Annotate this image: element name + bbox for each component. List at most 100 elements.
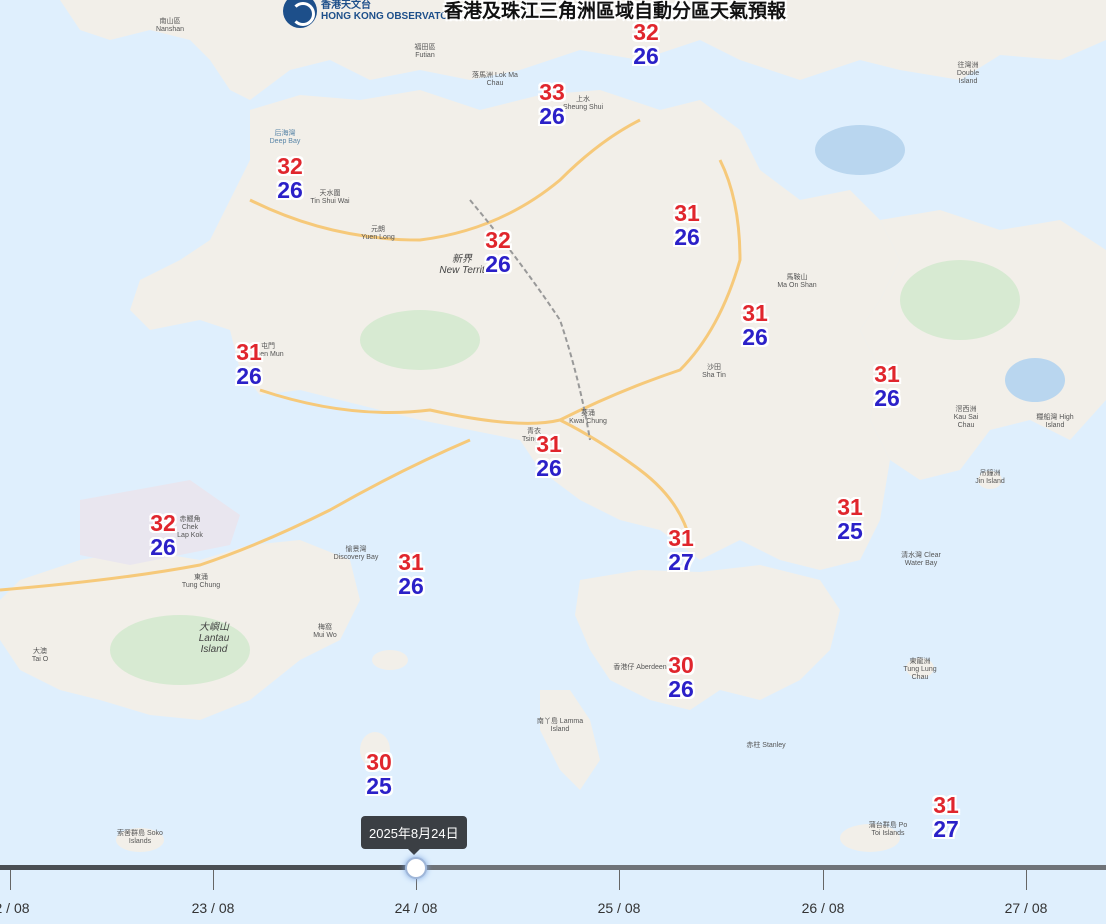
- temp-marker[interactable]: 32 26: [150, 511, 176, 559]
- sai-kung-country-park: [900, 260, 1020, 340]
- place-label: 馬鞍山 Ma On Shan: [777, 274, 817, 289]
- temp-low: 26: [674, 224, 700, 250]
- place-label: 大嶼山 Lantau Island: [198, 622, 230, 655]
- place-label: 赤柱 Stanley: [746, 742, 786, 749]
- timeline-tick: [619, 870, 620, 890]
- temp-low: 26: [668, 676, 694, 702]
- place-label: 東龍洲 Tung Lung Chau: [903, 658, 937, 681]
- timeline-date-label[interactable]: 27 / 08: [1005, 900, 1048, 916]
- timeline-tick: [213, 870, 214, 890]
- logo-line1: 香港天文台: [321, 0, 371, 11]
- timeline-date-label[interactable]: 24 / 08: [395, 900, 438, 916]
- temp-low: 26: [539, 103, 565, 129]
- temp-marker[interactable]: 31 26: [236, 340, 262, 388]
- temp-high: 31: [742, 300, 768, 326]
- place-label: 赤鱲角 Chek Lap Kok: [177, 516, 203, 539]
- temp-marker[interactable]: 33 26: [539, 80, 565, 128]
- temp-low: 27: [933, 816, 959, 842]
- date-tooltip: 2025年8月24日: [361, 816, 467, 855]
- high-island-reservoir: [1005, 358, 1065, 402]
- timeline-date-label[interactable]: 23 / 08: [192, 900, 235, 916]
- place-label: 上水 Sheung Shui: [562, 96, 604, 111]
- temp-marker[interactable]: 31 26: [674, 201, 700, 249]
- place-label: 天水圍 Tin Shui Wai: [310, 190, 350, 205]
- temp-low: 26: [536, 455, 562, 481]
- temp-high: 32: [485, 227, 511, 253]
- timeline-tick: [10, 870, 11, 890]
- hko-logo: 香港天文台 HONG KONG OBSERVATORY: [283, 0, 462, 28]
- temp-marker[interactable]: 31 26: [536, 432, 562, 480]
- place-label: 蒲台群島 Po Toi Islands: [868, 822, 908, 837]
- place-label: 新界 New Territ: [439, 254, 485, 276]
- temp-low: 26: [277, 177, 303, 203]
- place-label: 福田區 Futian: [414, 44, 436, 59]
- temp-high: 31: [536, 431, 562, 457]
- temp-marker[interactable]: 31 26: [398, 550, 424, 598]
- peng-chau-island: [372, 650, 408, 670]
- place-label: 香港仔 Aberdeen: [613, 664, 667, 671]
- temp-high: 31: [837, 494, 863, 520]
- place-label: 南山區 Nanshan: [155, 18, 185, 33]
- temp-high: 30: [668, 652, 694, 678]
- temp-high: 31: [674, 200, 700, 226]
- temp-marker[interactable]: 31 27: [668, 526, 694, 574]
- place-label: 吊鐘洲 Jin Island: [975, 470, 1005, 485]
- temp-marker[interactable]: 31 26: [874, 362, 900, 410]
- temp-low: 25: [837, 518, 863, 544]
- temp-marker[interactable]: 31 26: [742, 301, 768, 349]
- temp-high: 30: [366, 749, 392, 775]
- place-label: 后海灣 Deep Bay: [269, 130, 301, 145]
- temp-marker[interactable]: 31 27: [933, 793, 959, 841]
- place-label: 落馬洲 Lok Ma Chau: [472, 72, 518, 87]
- temp-marker[interactable]: 30 26: [668, 653, 694, 701]
- temp-high: 31: [236, 339, 262, 365]
- place-label: 往灣洲 Double Island: [956, 62, 980, 85]
- temp-low: 26: [236, 363, 262, 389]
- temp-high: 31: [668, 525, 694, 551]
- place-label: 沙田 Sha Tin: [702, 364, 726, 379]
- place-label: 大澳 Tai O: [31, 648, 49, 663]
- page-title: 香港及珠江三角洲區域自動分區天氣預報: [444, 1, 787, 22]
- place-label: 滘西洲 Kau Sai Chau: [953, 406, 979, 429]
- temp-high: 32: [277, 153, 303, 179]
- timeline-date-label[interactable]: 2 / 08: [0, 900, 30, 916]
- temp-low: 26: [485, 251, 511, 277]
- temp-low: 26: [150, 534, 176, 560]
- place-label: 東涌 Tung Chung: [181, 574, 221, 589]
- place-label: 南丫島 Lamma Island: [536, 718, 584, 733]
- date-timeline[interactable]: 2 / 08 23 / 08 24 / 08 25 / 08 26 / 08 2…: [0, 857, 1106, 924]
- place-label: 葵涌 Kwai Chung: [569, 410, 607, 425]
- place-label: 梅窩 Mui Wo: [313, 624, 337, 639]
- timeline-tick: [823, 870, 824, 890]
- temp-low: 25: [366, 773, 392, 799]
- temp-marker[interactable]: 30 25: [366, 750, 392, 798]
- timeline-progress: [0, 865, 416, 870]
- place-label: 愉景灣 Discovery Bay: [333, 546, 379, 561]
- temp-marker[interactable]: 32 26: [277, 154, 303, 202]
- temp-high: 33: [539, 79, 565, 105]
- timeline-date-label[interactable]: 26 / 08: [802, 900, 845, 916]
- temp-marker[interactable]: 31 25: [837, 495, 863, 543]
- temp-low: 27: [668, 549, 694, 575]
- temp-low: 26: [398, 573, 424, 599]
- logo-line2: HONG KONG OBSERVATORY: [321, 11, 462, 22]
- temp-marker[interactable]: 32 26: [633, 20, 659, 68]
- place-label: 清水灣 Clear Water Bay: [901, 552, 941, 567]
- temp-high: 31: [933, 792, 959, 818]
- place-label: 糧船灣 High Island: [1036, 414, 1074, 429]
- timeline-tick: [1026, 870, 1027, 890]
- temp-low: 26: [874, 385, 900, 411]
- hko-logo-icon: [283, 0, 317, 28]
- timeline-date-label[interactable]: 25 / 08: [598, 900, 641, 916]
- timeline-handle[interactable]: [405, 857, 427, 879]
- temp-high: 31: [874, 361, 900, 387]
- tai-mo-shan-park: [360, 310, 480, 370]
- temp-high: 32: [150, 510, 176, 536]
- temp-low: 26: [633, 43, 659, 69]
- temp-high: 31: [398, 549, 424, 575]
- plover-cove-reservoir: [815, 125, 905, 175]
- temp-low: 26: [742, 324, 768, 350]
- temp-marker[interactable]: 32 26: [485, 228, 511, 276]
- place-label: 索罟群島 Soko Islands: [117, 830, 163, 845]
- temp-high: 32: [633, 19, 659, 45]
